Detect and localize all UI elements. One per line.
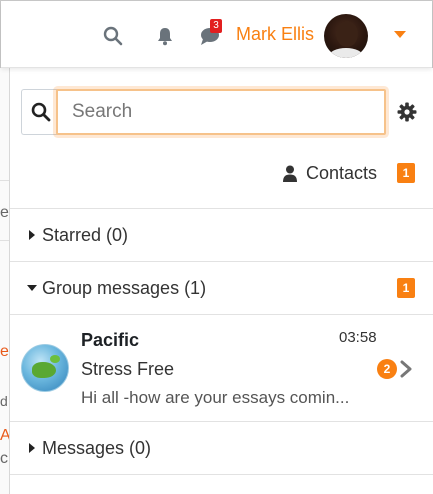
group-avatar [21,344,69,392]
background-text: e [0,204,9,221]
chevron-right-icon[interactable] [399,360,413,378]
unread-count-badge: 2 [377,359,397,379]
divider [10,474,433,494]
conversation-subject: Stress Free [81,359,175,379]
globe-land [50,355,60,363]
background-text: c [0,450,8,467]
caret-down-icon[interactable] [394,31,406,38]
search-icon[interactable] [102,25,124,47]
search-icon[interactable] [21,89,59,135]
group-messages-section-toggle[interactable]: Group messages (1) 1 [10,261,433,314]
caret-down-icon [27,285,37,291]
contacts-link[interactable]: Contacts [282,160,377,186]
contacts-count-badge: 1 [397,163,415,183]
search-area: Contacts 1 [10,68,433,208]
group-messages-label: Group messages (1) [42,277,207,298]
starred-section-toggle[interactable]: Starred (0) [10,208,433,261]
globe-land [32,362,56,378]
messaging-drawer: Contacts 1 Starred (0) Group messages (1… [9,68,433,494]
user-avatar[interactable] [324,14,368,58]
group-messages-count-badge: 1 [397,278,415,298]
messages-section-toggle[interactable]: Messages (0) [10,421,433,474]
starred-label: Starred (0) [42,224,129,245]
search-input[interactable] [56,89,386,135]
conversation-preview: Hi all -how are your essays comin... [81,388,350,407]
messages-count-badge: 3 [210,19,222,33]
conversation-time: 03:58 [339,329,377,346]
user-name[interactable]: Mark Ellis [236,24,314,45]
conversation-name: Pacific [81,330,140,350]
bell-icon[interactable] [154,25,176,47]
caret-right-icon [29,230,35,240]
conversation-item[interactable]: Pacific 03:58 Stress Free Hi all -how ar… [10,314,433,421]
background-text: d [0,393,8,409]
user-icon [282,164,298,182]
gear-icon[interactable] [396,101,418,123]
contacts-label: Contacts [306,162,378,183]
caret-right-icon [29,443,35,453]
top-navbar: 3 Mark Ellis [1,1,432,68]
messages-label: Messages (0) [42,437,152,458]
